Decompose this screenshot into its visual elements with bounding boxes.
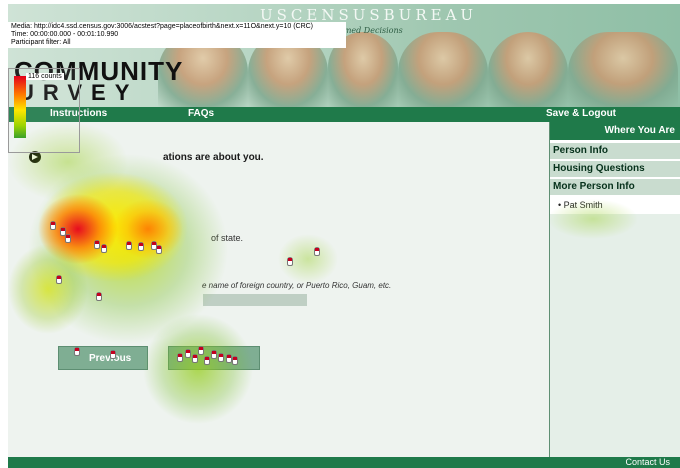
mouse-click-icon <box>126 241 132 250</box>
footer-bar: Contact Us <box>8 457 680 468</box>
mouse-click-icon <box>287 257 293 266</box>
mouse-click-icon <box>232 356 238 365</box>
question-text: ations are about you. <box>163 152 264 163</box>
header-banner: USCENSUSBUREAU rmed Decisions COMMUNITY … <box>8 4 680 107</box>
top-nav: Instructions FAQs Save & Logout <box>8 107 680 122</box>
mouse-click-icon <box>138 242 144 251</box>
media-url-text: Media: http://idc4.ssd.census.gov:3006/a… <box>11 23 314 30</box>
sidebar-item-housing-questions[interactable]: Housing Questions <box>550 160 680 177</box>
survey-window: USCENSUSBUREAU rmed Decisions COMMUNITY … <box>8 4 680 468</box>
banner-photo <box>398 32 488 107</box>
mouse-click-icon <box>65 234 71 243</box>
mouse-click-icon <box>110 350 116 359</box>
mouse-click-icon <box>177 353 183 362</box>
nav-faqs-link[interactable]: FAQs <box>188 108 214 119</box>
mouse-click-icon <box>192 354 198 363</box>
option-foreign-label: e name of foreign country, or Puerto Ric… <box>202 281 392 290</box>
mouse-click-icon <box>218 353 224 362</box>
mouse-click-icon <box>101 244 107 253</box>
mouse-click-icon <box>185 349 191 358</box>
mouse-click-icon <box>74 347 80 356</box>
heatmap-legend-gradient <box>14 76 26 138</box>
banner-photo <box>488 32 568 107</box>
previous-button[interactable]: Previous <box>58 346 148 370</box>
option-state-label: of state. <box>211 233 244 243</box>
mouse-click-icon <box>198 346 204 355</box>
mouse-click-icon <box>314 247 320 256</box>
mouse-click-icon <box>96 292 102 301</box>
sidebar-title: Where You Are <box>550 122 680 140</box>
census-tagline: rmed Decisions <box>340 26 403 35</box>
sidebar-item-person-info[interactable]: Person Info <box>550 142 680 159</box>
time-range-text: Time: 00:00:00.000 - 00:01:10.990 <box>11 31 119 38</box>
sidebar-item-more-person-info[interactable]: More Person Info <box>550 178 680 195</box>
participant-filter-text: Participant filter: All <box>11 39 71 46</box>
sidebar-filler <box>550 214 680 457</box>
heatmap-info-panel: Media: http://idc4.ssd.census.gov:3006/a… <box>8 22 346 48</box>
heatmap-legend-label: 116 counts <box>26 73 64 80</box>
mouse-click-icon <box>204 356 210 365</box>
banner-photo <box>568 32 678 107</box>
save-logout-link[interactable]: Save & Logout <box>546 108 616 119</box>
contact-us-link[interactable]: Contact Us <box>625 457 670 467</box>
mouse-click-icon <box>211 350 217 359</box>
foreign-country-input[interactable] <box>203 294 307 306</box>
mouse-click-icon <box>50 221 56 230</box>
mouse-click-icon <box>156 245 162 254</box>
sidebar-subitem-pat-smith[interactable]: • Pat Smith <box>550 198 680 214</box>
sidebar: Where You Are Person Info Housing Questi… <box>549 122 680 457</box>
mouse-click-icon <box>94 240 100 249</box>
mouse-click-icon <box>56 275 62 284</box>
